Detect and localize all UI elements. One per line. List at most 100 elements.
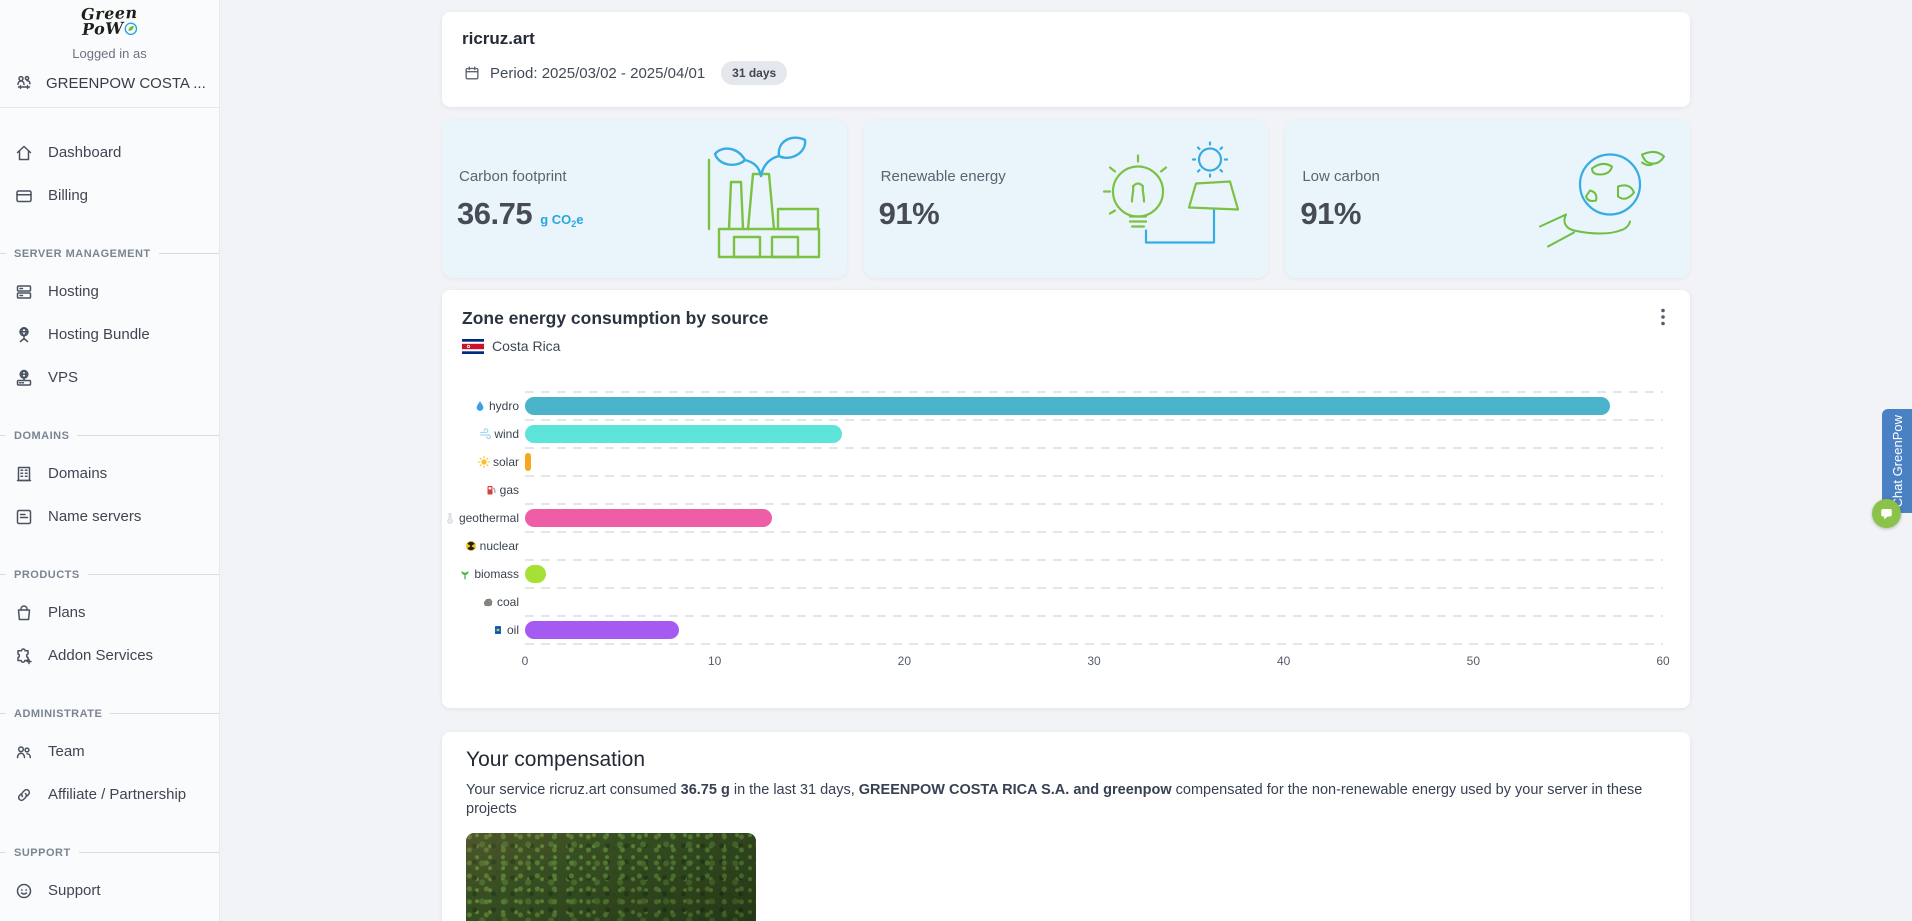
x-axis-tick: 30 (1087, 654, 1101, 668)
low-carbon-value: 91% (1300, 196, 1361, 231)
sidebar-item-support[interactable]: Support (0, 869, 219, 912)
chart-row-nuclear: nuclear (442, 531, 1690, 560)
chart-row-solar: solar (442, 447, 1690, 476)
sidebar-item-label: Hosting (48, 283, 99, 301)
sidebar-item-label: Hosting Bundle (48, 326, 150, 344)
chart-row-coal: coal (442, 587, 1690, 616)
hydro-icon (474, 400, 486, 412)
coal-icon (482, 596, 494, 608)
sidebar-item-label: Team (48, 743, 85, 761)
sidebar-item-label: Name servers (48, 508, 142, 526)
period-text: Period: 2025/03/02 - 2025/04/01 (490, 64, 706, 82)
server-icon (14, 282, 34, 302)
chat-bubble-icon (1879, 506, 1894, 521)
home-icon (14, 143, 34, 163)
compensation-text: Your service ricruz.art consumed 36.75 g… (466, 782, 1643, 818)
forest-aerial-photo[interactable] (466, 832, 756, 921)
renewable-energy-value: 91% (878, 196, 940, 231)
x-axis-tick: 20 (897, 654, 912, 668)
sidebar: Green PoW Logged in as GREENPOW COSTA ..… (0, 0, 220, 921)
chart-row-geothermal: geothermal (442, 503, 1690, 532)
x-axis-tick: 60 (1656, 654, 1670, 668)
sidebar-item-partial[interactable] (0, 912, 219, 921)
sidebar-nav: Dashboard Billing SERVER MANAGEMENT Hosting… (0, 108, 219, 921)
oil-icon (492, 624, 504, 636)
chart-title: Zone energy consumption by source (462, 308, 769, 328)
chart-bar-wind (525, 425, 842, 443)
earth-hand-illustration (1522, 141, 1672, 258)
chart-category-label: geothermal (458, 511, 519, 525)
sidebar-item-hosting-bundle[interactable]: Hosting Bundle (0, 313, 219, 356)
chart-bar-oil (525, 621, 679, 639)
account-selector[interactable]: GREENPOW COSTA ... (0, 61, 219, 93)
sidebar-section-products: PRODUCTS (0, 558, 219, 591)
sidebar-item-name-servers[interactable]: Name servers (0, 495, 219, 538)
sidebar-item-domains[interactable]: Domains (0, 452, 219, 495)
users-icon (14, 73, 34, 93)
biomass-icon (459, 568, 471, 580)
chart-category-label: nuclear (479, 539, 519, 553)
geothermal-icon (444, 512, 456, 524)
sidebar-section-support: SUPPORT (0, 836, 219, 869)
chart-category-label: wind (494, 427, 519, 441)
sidebar-section-administrate: ADMINISTRATE (0, 697, 219, 730)
chart-category-label: gas (499, 483, 519, 497)
factory-illustration (679, 134, 829, 264)
solar-icon (477, 456, 490, 468)
sidebar-item-label: VPS (48, 369, 79, 387)
sidebar-section-server-management: SERVER MANAGEMENT (0, 237, 219, 270)
sidebar-item-label: Dashboard (48, 144, 122, 162)
kebab-menu-icon[interactable] (1650, 304, 1676, 330)
globe-server-icon (14, 368, 34, 388)
credit-card-icon (14, 186, 34, 206)
chart-row-gas: gas (442, 475, 1690, 504)
x-axis-tick: 40 (1276, 654, 1291, 668)
team-icon (14, 742, 34, 762)
page-title: ricruz.art (462, 29, 535, 48)
chat-launcher-button[interactable] (1872, 499, 1901, 528)
gas-icon (485, 484, 497, 496)
sidebar-section-domains: DOMAINS (0, 419, 219, 452)
sidebar-item-vps[interactable]: VPS (0, 356, 219, 399)
compensation-title: Your compensation (466, 748, 646, 771)
nuclear-icon (465, 540, 477, 552)
stat-label: Low carbon (1302, 168, 1380, 185)
sidebar-item-label: Billing (48, 187, 89, 205)
days-badge: 31 days (721, 61, 788, 85)
sidebar-item-affiliate-partnership[interactable]: Affiliate / Partnership (0, 773, 219, 816)
leaf-globe-icon (124, 22, 138, 36)
sidebar-item-dashboard[interactable]: Dashboard (0, 131, 219, 174)
stats-row: Carbon footprint 36.75 g CO2e Renewable … (442, 120, 1691, 278)
sidebar-item-plans[interactable]: Plans (0, 591, 219, 634)
chart-region-label: Costa Rica (492, 338, 561, 354)
chart-category-label: coal (496, 595, 519, 609)
document-icon (14, 507, 34, 527)
chart-bar-geothermal (525, 509, 772, 527)
sidebar-item-label: Addon Services (48, 647, 154, 665)
sidebar-item-team[interactable]: Team (0, 730, 219, 773)
logo-text-line2: PoW (81, 18, 125, 40)
chat-tab-label: Chat GreenPow (1889, 414, 1905, 508)
building-icon (14, 464, 34, 484)
sidebar-item-label: Domains (48, 465, 108, 483)
low-carbon-card: Low carbon 91% (1285, 120, 1691, 278)
chart-bar-biomass (525, 565, 546, 583)
shopping-bag-icon (14, 603, 34, 623)
greenpow-logo[interactable]: Green PoW (0, 0, 220, 40)
chat-tab[interactable]: Chat GreenPow (1882, 409, 1912, 513)
sidebar-item-addon-services[interactable]: Addon Services (0, 634, 219, 677)
sidebar-item-label: Affiliate / Partnership (48, 786, 187, 804)
sidebar-item-hosting[interactable]: Hosting (0, 270, 219, 313)
globe-stand-icon (14, 325, 34, 345)
compensation-card: Your compensation Your service ricruz.ar… (442, 732, 1690, 921)
chart-row-wind: wind (442, 419, 1690, 448)
sidebar-item-billing[interactable]: Billing (0, 174, 219, 217)
chart-category-label: hydro (488, 399, 519, 413)
account-name: GREENPOW COSTA ... (46, 74, 205, 92)
energy-bar-chart: hydro wind solar gas geothermal nuclear … (442, 391, 1690, 678)
chart-category-label: oil (506, 623, 519, 637)
bulb-lamp-illustration (1090, 138, 1250, 261)
chart-row-hydro: hydro (442, 391, 1690, 420)
support-face-icon (14, 881, 34, 901)
calendar-icon (462, 63, 482, 83)
